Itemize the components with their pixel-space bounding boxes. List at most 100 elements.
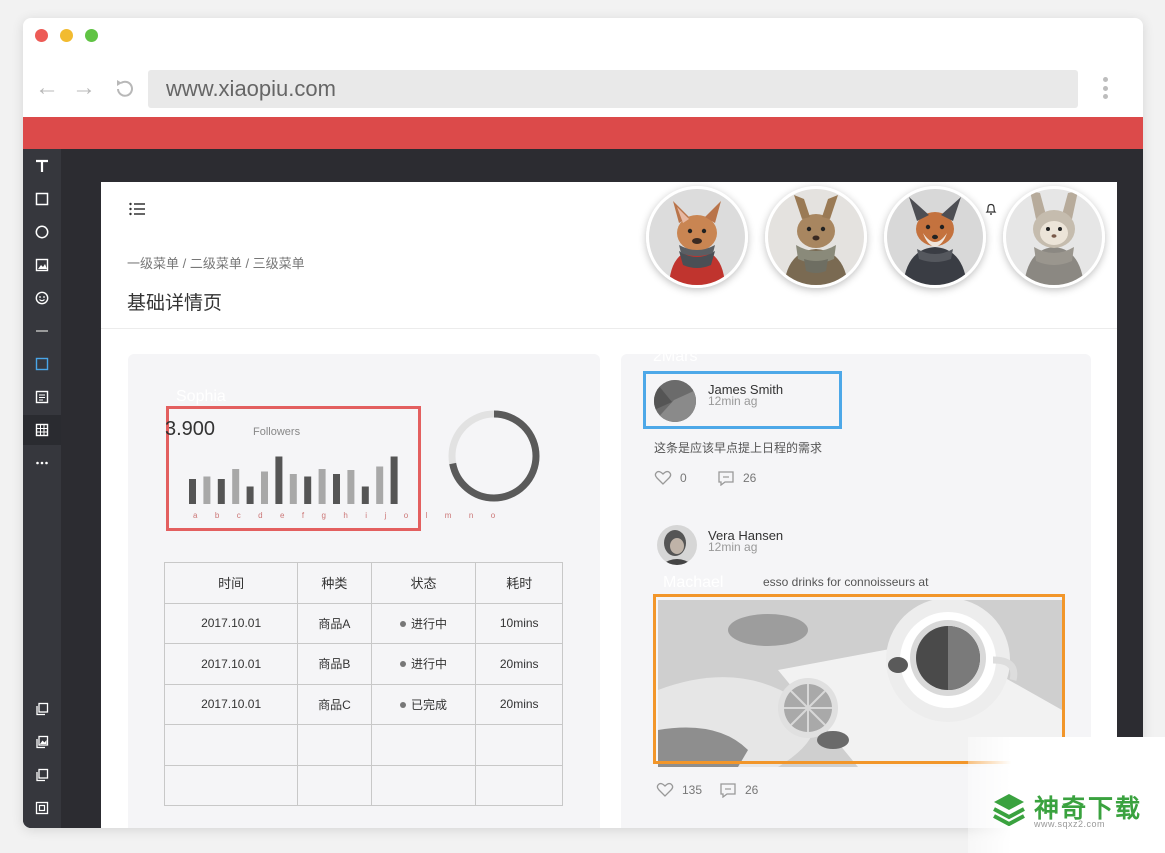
bar <box>347 470 355 504</box>
bar <box>203 476 211 504</box>
cell-status: 进行中 <box>370 643 477 685</box>
back-arrow-icon[interactable]: ← <box>33 74 61 102</box>
column-header-duration[interactable]: 耗时 <box>475 562 563 604</box>
rectangle-tool-icon[interactable] <box>23 184 61 214</box>
status-text: 进行中 <box>411 657 448 672</box>
cell-duration: 20mins <box>475 643 563 685</box>
emoji-tool-icon[interactable] <box>23 283 61 313</box>
bar <box>275 456 283 504</box>
avatar-rabbit-scarf[interactable] <box>765 186 867 288</box>
bar <box>361 486 369 504</box>
cell-status: 已完成 <box>370 683 477 725</box>
bar <box>318 469 326 504</box>
comment-action-2[interactable]: 26 <box>719 782 758 798</box>
browser-window: ← → www.xiaopiu.com 一级菜单 / 二级菜单 / 三级菜单 基… <box>23 18 1143 828</box>
followers-count: 3.900 <box>165 418 216 440</box>
bar-axis-labels: a b c d e f g h i j o l m n o <box>193 511 503 520</box>
image-copy-icon[interactable] <box>23 727 61 757</box>
column-header-type[interactable]: 种类 <box>297 562 372 604</box>
status-dot-icon <box>400 661 407 668</box>
cell-type: 商品A <box>297 602 372 644</box>
cell-type: 商品C <box>297 683 372 725</box>
kebab-menu-icon[interactable] <box>1103 74 1109 102</box>
avatar-fox-red-coat[interactable] <box>646 186 748 288</box>
followers-bar-chart <box>189 456 398 504</box>
reload-icon[interactable] <box>111 74 139 102</box>
table-row[interactable]: 2017.10.01 商品B 进行中 20mins <box>163 643 563 685</box>
james-avatar[interactable] <box>654 380 696 422</box>
comment-icon <box>720 783 736 798</box>
forward-arrow-icon[interactable]: → <box>70 74 98 102</box>
column-header-time[interactable]: 时间 <box>163 562 299 604</box>
cell-time: 2017.10.01 <box>163 602 299 644</box>
header-divider <box>101 328 1117 329</box>
column-header-status[interactable]: 状态 <box>370 562 477 604</box>
editor-workspace: 一级菜单 / 二级菜单 / 三级菜单 基础详情页 Sophia 3.900 Fo… <box>23 149 1143 828</box>
bar <box>390 456 398 504</box>
cell-type: 商品B <box>297 643 372 685</box>
bar <box>304 476 312 504</box>
2mars-tag[interactable]: 2Mars <box>643 342 707 371</box>
window-controls <box>35 29 98 42</box>
bar <box>289 474 297 504</box>
table-row-empty[interactable] <box>163 724 563 766</box>
cell-status: 进行中 <box>370 602 477 644</box>
text-tool-icon[interactable] <box>23 151 61 181</box>
panel-tool-icon[interactable] <box>23 349 61 379</box>
james-post-text: 这条是应该早点提上日程的需求 <box>654 441 823 455</box>
top-accent-bar <box>23 117 1143 149</box>
status-text: 进行中 <box>411 616 448 631</box>
more-tool-icon[interactable] <box>23 448 61 478</box>
cell-time: 2017.10.01 <box>163 683 299 725</box>
comment-icon <box>718 471 734 486</box>
table-row[interactable]: 2017.10.01 商品C 已完成 20mins <box>163 683 563 725</box>
minimize-window-button[interactable] <box>60 29 73 42</box>
like-action-2[interactable]: 135 <box>656 782 702 798</box>
image-tool-icon[interactable] <box>23 250 61 280</box>
close-window-button[interactable] <box>35 29 48 42</box>
vera-post-text: esso drinks for connoisseurs at <box>763 575 929 589</box>
like-action[interactable]: 0 <box>654 470 687 486</box>
copy-icon[interactable] <box>23 694 61 724</box>
data-table: 时间 种类 状态 耗时 2017.10.01 商品A 进行中 10mins 20… <box>163 562 563 806</box>
comment-action[interactable]: 26 <box>717 470 756 486</box>
comment-count: 26 <box>743 471 757 485</box>
form-tool-icon[interactable] <box>23 382 61 412</box>
breadcrumb[interactable]: 一级菜单 / 二级菜单 / 三级菜单 <box>127 253 305 272</box>
bar <box>232 469 240 504</box>
machael-tag[interactable]: Machael <box>653 568 733 597</box>
watermark-logo-icon <box>993 794 1025 826</box>
table-row-empty[interactable] <box>163 764 563 806</box>
export-icon[interactable] <box>23 793 61 823</box>
table-tool-icon[interactable] <box>23 415 61 445</box>
cell-time: 2017.10.01 <box>163 643 299 685</box>
watermark-url: www.sqxz2.com <box>1034 819 1106 829</box>
like-count: 135 <box>682 783 703 797</box>
address-bar[interactable]: www.xiaopiu.com <box>148 70 1078 108</box>
like-count: 0 <box>680 471 687 485</box>
progress-donut <box>448 410 540 502</box>
duplicate-icon[interactable] <box>23 760 61 790</box>
artboard: 一级菜单 / 二级菜单 / 三级菜单 基础详情页 Sophia 3.900 Fo… <box>101 182 1117 828</box>
heart-icon <box>654 470 672 485</box>
followers-label: Followers <box>253 426 301 438</box>
james-time: 12min ag <box>708 394 758 408</box>
bar <box>189 479 196 504</box>
navigation-bar: ← → www.xiaopiu.com <box>23 70 1143 108</box>
list-menu-icon[interactable] <box>129 202 145 216</box>
cell-duration: 10mins <box>475 602 563 644</box>
maximize-window-button[interactable] <box>85 29 98 42</box>
download-site-watermark: 神奇下载 www.sqxz2.com <box>968 737 1165 853</box>
bar <box>376 466 384 504</box>
table-row[interactable]: 2017.10.01 商品A 进行中 10mins <box>163 602 563 644</box>
vera-avatar[interactable] <box>657 525 697 565</box>
circle-tool-icon[interactable] <box>23 217 61 247</box>
notification-bell-icon[interactable] <box>985 202 997 221</box>
vera-time: 12min ag <box>708 540 758 554</box>
avatar-bunny-hood[interactable] <box>1003 186 1105 288</box>
line-tool-icon[interactable] <box>23 316 61 346</box>
avatar-fox-dark-coat[interactable] <box>884 186 986 288</box>
tool-sidebar <box>23 149 61 828</box>
status-text: 已完成 <box>411 697 448 712</box>
page-title: 基础详情页 <box>127 293 223 314</box>
